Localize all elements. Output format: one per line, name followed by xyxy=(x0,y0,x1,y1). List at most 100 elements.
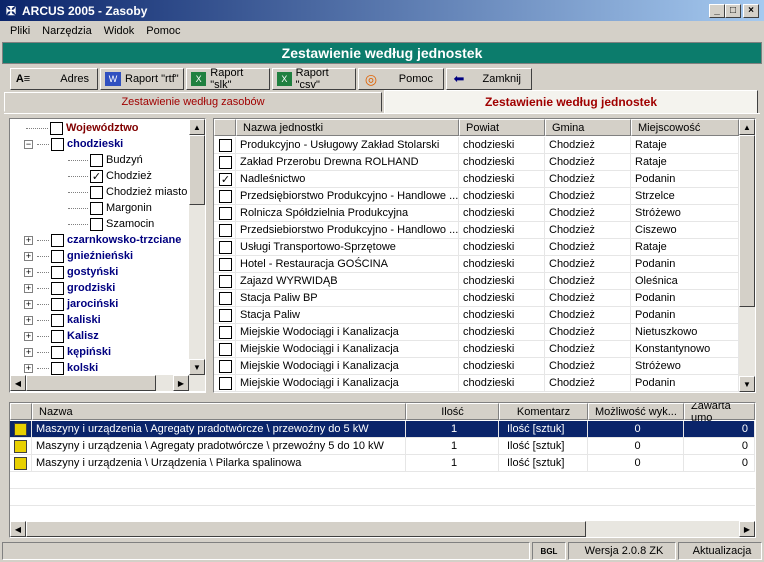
unit-check-cell[interactable] xyxy=(214,255,236,273)
column-header-gmina[interactable]: Gmina xyxy=(545,119,631,136)
expand-icon[interactable]: + xyxy=(24,347,33,357)
tree-checkbox[interactable] xyxy=(51,233,64,247)
column-header-mozliwosc[interactable]: Możliwość wyk... xyxy=(588,403,684,420)
unit-row[interactable]: Usługi Transportowo-Sprzętowe chodzieski C… xyxy=(214,238,739,256)
unit-row[interactable]: Stacja Paliw chodzieski Chodzież Podanin xyxy=(214,306,739,324)
tree-node[interactable]: + jarociński xyxy=(24,296,118,312)
unit-row[interactable]: Miejskie Wodociągi i Kanalizacja chodzies… xyxy=(214,357,739,375)
resource-row[interactable]: Maszyny i urządzenia \ Urządzenia \ Pila… xyxy=(10,454,755,472)
resource-row[interactable]: Maszyny i urządzenia \ Agregaty pradotwó… xyxy=(10,420,755,438)
tree-checkbox[interactable] xyxy=(90,201,103,215)
unit-checkbox[interactable] xyxy=(219,138,232,152)
tree-checkbox[interactable] xyxy=(50,121,63,135)
unit-checkbox[interactable] xyxy=(219,155,232,169)
unit-check-cell[interactable] xyxy=(214,272,236,290)
unit-checkbox[interactable] xyxy=(219,274,232,288)
tree-checkbox[interactable] xyxy=(90,153,103,167)
scroll-right-icon[interactable]: ▶ xyxy=(739,521,755,537)
unit-check-cell[interactable] xyxy=(214,357,236,375)
tree-checkbox[interactable] xyxy=(90,217,103,231)
unit-check-cell[interactable] xyxy=(214,136,236,154)
raport-rtf-button[interactable]: W Raport "rtf" xyxy=(100,68,184,90)
unit-checkbox[interactable] xyxy=(219,376,232,390)
scroll-left-icon[interactable]: ◀ xyxy=(10,375,26,391)
unit-row[interactable]: Produkcyjno - Usługowy Zakład Stolarski c… xyxy=(214,136,739,154)
resources-hscroll[interactable]: ◀ ▶ xyxy=(10,521,755,537)
tree-node-chodzieski[interactable]: − chodzieski xyxy=(24,136,123,152)
unit-checkbox[interactable] xyxy=(219,342,232,356)
tree-node[interactable]: + kaliski xyxy=(24,312,101,328)
menu-narzedzia[interactable]: Narzędzia xyxy=(36,25,98,37)
unit-checkbox-checked[interactable]: ✓ xyxy=(219,172,232,186)
unit-checkbox[interactable] xyxy=(219,308,232,322)
scroll-thumb[interactable] xyxy=(26,521,586,537)
column-header-powiat[interactable]: Powiat xyxy=(459,119,545,136)
maximize-button[interactable]: □ xyxy=(725,4,741,18)
tree-checkbox[interactable] xyxy=(51,361,64,375)
tree-hscroll[interactable]: ◀ ▶ xyxy=(10,375,205,391)
units-vscroll[interactable]: ▲ ▼ xyxy=(739,119,755,392)
tree-checkbox-checked[interactable]: ✓ xyxy=(90,169,103,183)
scroll-up-icon[interactable]: ▲ xyxy=(739,119,755,135)
close-button[interactable]: × xyxy=(743,4,759,18)
unit-row[interactable]: Zakład Przerobu Drewna ROLHAND chodzieski… xyxy=(214,153,739,171)
unit-row[interactable]: Zajazd WYRWIDĄB chodzieski Chodzież Oleśnic… xyxy=(214,272,739,290)
tree-node[interactable]: + grodziski xyxy=(24,280,115,296)
tree-vscroll[interactable]: ▲ ▼ xyxy=(189,119,205,375)
expand-icon[interactable]: + xyxy=(24,299,33,309)
unit-checkbox[interactable] xyxy=(219,189,232,203)
tree-checkbox[interactable] xyxy=(51,137,64,151)
unit-check-cell[interactable] xyxy=(214,289,236,307)
adres-button[interactable]: A≡ Adres xyxy=(10,68,98,90)
column-header-nazwa[interactable]: Nazwa xyxy=(32,403,406,420)
scroll-right-icon[interactable]: ▶ xyxy=(173,375,189,391)
unit-row[interactable]: Hotel - Restauracja GOŚCINA chodzieski Cho… xyxy=(214,255,739,273)
tree-child[interactable]: ✓ Chodzież xyxy=(68,168,152,184)
unit-row[interactable]: Miejskie Wodociągi i Kanalizacja chodzies… xyxy=(214,374,739,392)
collapse-icon[interactable]: − xyxy=(24,139,33,149)
unit-row[interactable]: Przedsiebiorstwo Produkcyjno - Handlowo … xyxy=(214,221,739,239)
tree-node[interactable]: + gnieźnieński xyxy=(24,248,133,264)
column-header-nazwa[interactable]: Nazwa jednostki xyxy=(236,119,459,136)
unit-check-cell[interactable] xyxy=(214,187,236,205)
resource-row[interactable]: Maszyny i urządzenia \ Agregaty pradotwó… xyxy=(10,437,755,455)
zamknij-button[interactable]: ⬅ Zamknij xyxy=(446,68,532,90)
menu-pomoc[interactable]: Pomoc xyxy=(140,25,186,37)
scroll-thumb[interactable] xyxy=(26,375,156,391)
minimize-button[interactable]: _ xyxy=(709,4,725,18)
tree-node[interactable]: + kolski xyxy=(24,360,98,376)
unit-check-cell[interactable] xyxy=(214,221,236,239)
tree-child[interactable]: Chodzież miasto xyxy=(68,184,187,200)
tree-node[interactable]: + Kalisz xyxy=(24,328,99,344)
unit-row[interactable]: Miejskie Wodociągi i Kanalizacja chodzies… xyxy=(214,323,739,341)
unit-row[interactable]: ✓ Nadleśnictwo chodzieski Chodzież Podanin xyxy=(214,170,739,188)
tree-root[interactable]: Województwo xyxy=(26,120,139,136)
menu-pliki[interactable]: Pliki xyxy=(4,25,36,37)
unit-checkbox[interactable] xyxy=(219,359,232,373)
tree-checkbox[interactable] xyxy=(51,249,64,263)
scroll-down-icon[interactable]: ▼ xyxy=(189,359,205,375)
raport-slk-button[interactable]: X Raport "slk" xyxy=(186,67,270,91)
unit-row[interactable]: Przedsiębiorstwo Produkcyjno - Handlowe … xyxy=(214,187,739,205)
tree-node[interactable]: + czarnkowsko-trzciane xyxy=(24,232,181,248)
scroll-left-icon[interactable]: ◀ xyxy=(10,521,26,537)
unit-check-cell[interactable] xyxy=(214,238,236,256)
unit-check-cell[interactable] xyxy=(214,323,236,341)
tree-node[interactable]: + kępiński xyxy=(24,344,111,360)
scroll-up-icon[interactable]: ▲ xyxy=(189,119,205,135)
expand-icon[interactable]: + xyxy=(24,235,33,245)
expand-icon[interactable]: + xyxy=(24,331,33,341)
expand-icon[interactable]: + xyxy=(24,283,33,293)
unit-check-cell[interactable] xyxy=(214,153,236,171)
expand-icon[interactable]: + xyxy=(24,315,33,325)
unit-check-cell[interactable] xyxy=(214,204,236,222)
tree-node[interactable]: + gostyński xyxy=(24,264,118,280)
unit-checkbox[interactable] xyxy=(219,206,232,220)
tree-checkbox[interactable] xyxy=(51,345,64,359)
unit-row[interactable]: Miejskie Wodociągi i Kanalizacja chodzies… xyxy=(214,340,739,358)
tree-checkbox[interactable] xyxy=(51,329,64,343)
unit-checkbox[interactable] xyxy=(219,291,232,305)
scroll-thumb[interactable] xyxy=(189,135,205,205)
unit-checkbox[interactable] xyxy=(219,257,232,271)
tree-child[interactable]: Budzyń xyxy=(68,152,143,168)
